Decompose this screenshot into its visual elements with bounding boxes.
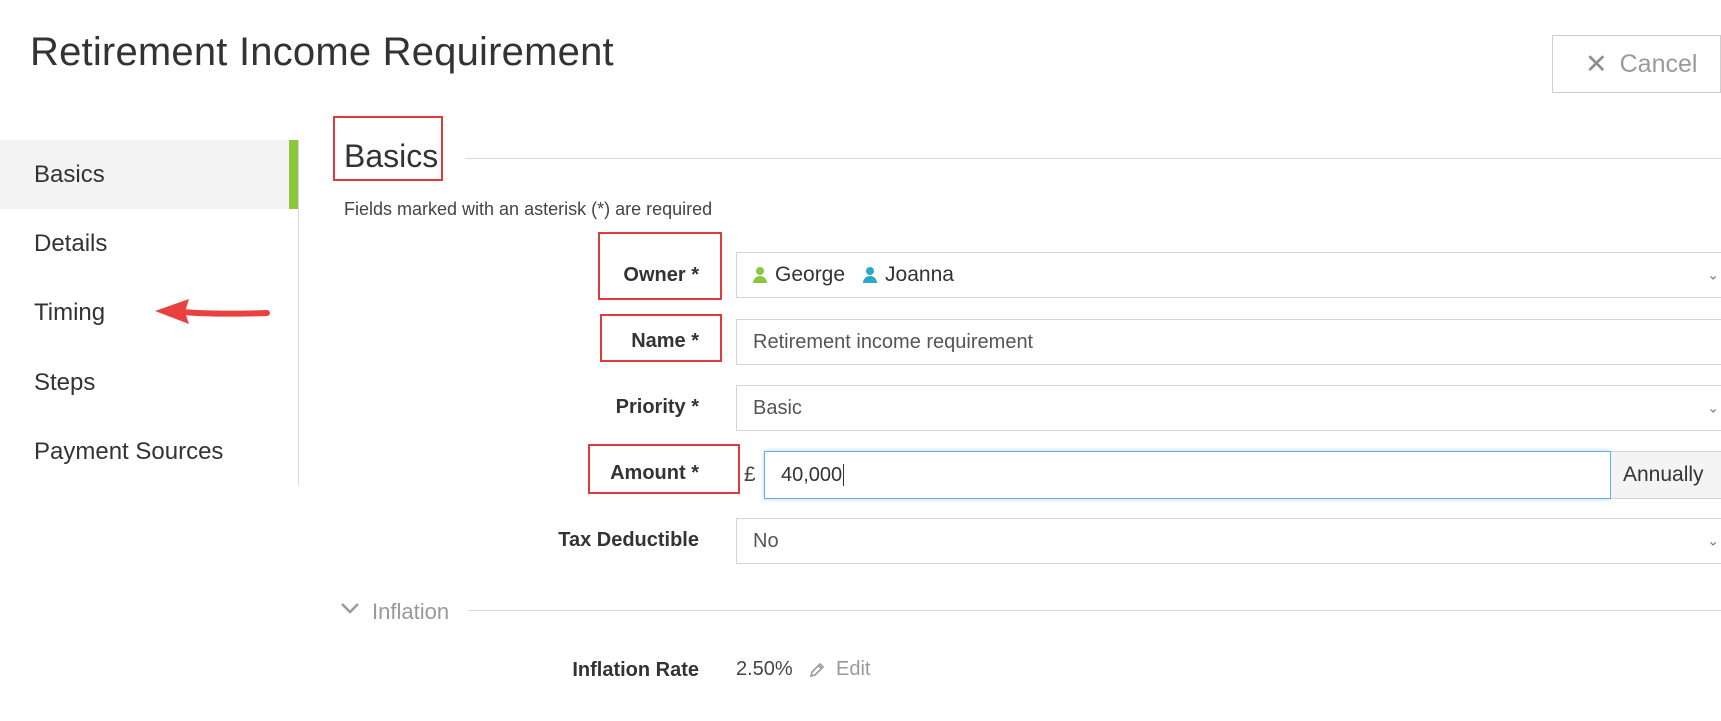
inflation-rate-value: 2.50% [736,658,793,680]
annotation-box [588,444,740,494]
priority-select[interactable]: Basic ⌄ [736,385,1721,431]
owner-name: Joanna [885,263,954,286]
section-divider [465,158,1721,159]
name-input[interactable]: Retirement income requirement [736,319,1721,365]
text-caret [843,464,845,486]
annotation-arrow [155,299,270,324]
priority-label: Priority * [615,396,699,418]
edit-label: Edit [836,658,871,680]
person-icon [863,267,878,283]
required-note: Fields marked with an asterisk (*) are r… [344,199,713,219]
cancel-button[interactable]: ✕ Cancel [1552,35,1721,93]
inflation-toggle[interactable]: Inflation [372,599,449,625]
sidebar-item-details[interactable]: Details [0,209,298,278]
currency-symbol: £ [744,463,756,486]
sidebar-item-basics[interactable]: Basics [0,140,298,209]
page-title: Retirement Income Requirement [30,30,614,74]
section-divider [468,610,1721,611]
chevron-down-icon[interactable] [340,601,360,615]
sidebar-item-steps[interactable]: Steps [0,348,298,417]
pencil-icon [809,662,825,677]
tax-deductible-value: No [753,529,779,552]
frequency-value: Annually [1623,463,1704,486]
chevron-down-icon: ⌄ [1707,266,1719,283]
annotation-box [333,116,443,181]
close-icon: ✕ [1585,48,1608,79]
owner-name: George [775,263,846,286]
edit-inflation-link[interactable]: Edit [808,658,870,681]
sidebar-item-label: Steps [34,368,96,396]
sidebar-item-label: Details [34,229,108,257]
chevron-down-icon: ⌄ [1707,532,1719,549]
annotation-box [598,232,722,300]
amount-value: 40,000 [781,463,843,486]
cancel-label: Cancel [1619,49,1698,78]
sidebar-item-label: Timing [34,298,106,326]
active-indicator [289,140,298,209]
sidebar-item-label: Payment Sources [34,437,224,465]
tax-deductible-label: Tax Deductible [558,529,699,551]
chevron-down-icon: ⌄ [1707,399,1719,416]
frequency-select[interactable]: Annually [1611,451,1721,499]
priority-value: Basic [753,396,802,419]
inflation-rate-label: Inflation Rate [572,659,699,681]
owner-chip: George [753,263,845,287]
tax-deductible-select[interactable]: No ⌄ [736,518,1721,564]
annotation-box [600,314,722,362]
sidebar-item-payment-sources[interactable]: Payment Sources [0,417,298,486]
amount-input[interactable]: 40,000 [764,451,1611,499]
owner-select[interactable]: George Joanna ⌄ [736,252,1721,298]
sidebar-item-label: Basics [34,160,105,188]
person-icon [753,267,767,283]
owner-chip: Joanna [863,263,954,287]
name-value: Retirement income requirement [753,330,1034,353]
